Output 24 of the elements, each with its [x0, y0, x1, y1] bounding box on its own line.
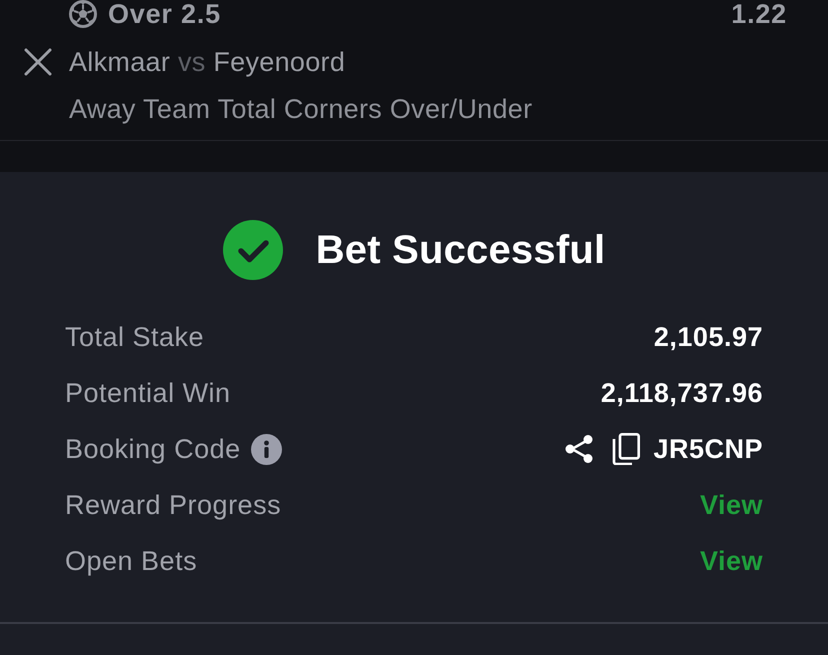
view-link[interactable]: View — [700, 490, 763, 520]
view-link[interactable]: View — [700, 546, 763, 576]
share-button[interactable] — [564, 434, 594, 464]
booking-code: JR5CNP — [653, 434, 763, 464]
success-title: Bet Successful — [316, 228, 606, 272]
summary-label: Total Stake — [65, 322, 204, 352]
match-title: Alkmaar vs Feyenoord — [69, 46, 346, 78]
remove-bet-button[interactable] — [23, 47, 53, 77]
summary-label: Open Bets — [65, 546, 198, 576]
close-icon — [24, 48, 52, 76]
summary-label: Reward Progress — [65, 490, 282, 520]
share-icon — [564, 434, 594, 464]
summary-label: Potential Win — [65, 378, 231, 408]
summary-value: 2,118,737.96 — [600, 378, 763, 408]
bet-odds: 1.22 — [731, 0, 787, 28]
market-name: Away Team Total Corners Over/Under — [69, 94, 532, 124]
summary-value: 2,105.97 — [654, 322, 763, 352]
bet-selection: Over 2.5 — [108, 0, 221, 28]
copy-icon — [612, 433, 640, 465]
success-check-icon — [222, 220, 283, 280]
info-icon[interactable] — [250, 434, 282, 464]
copy-button[interactable] — [612, 433, 640, 465]
summary-label: Booking Code — [65, 434, 241, 464]
soccer-ball-icon — [69, 0, 97, 28]
